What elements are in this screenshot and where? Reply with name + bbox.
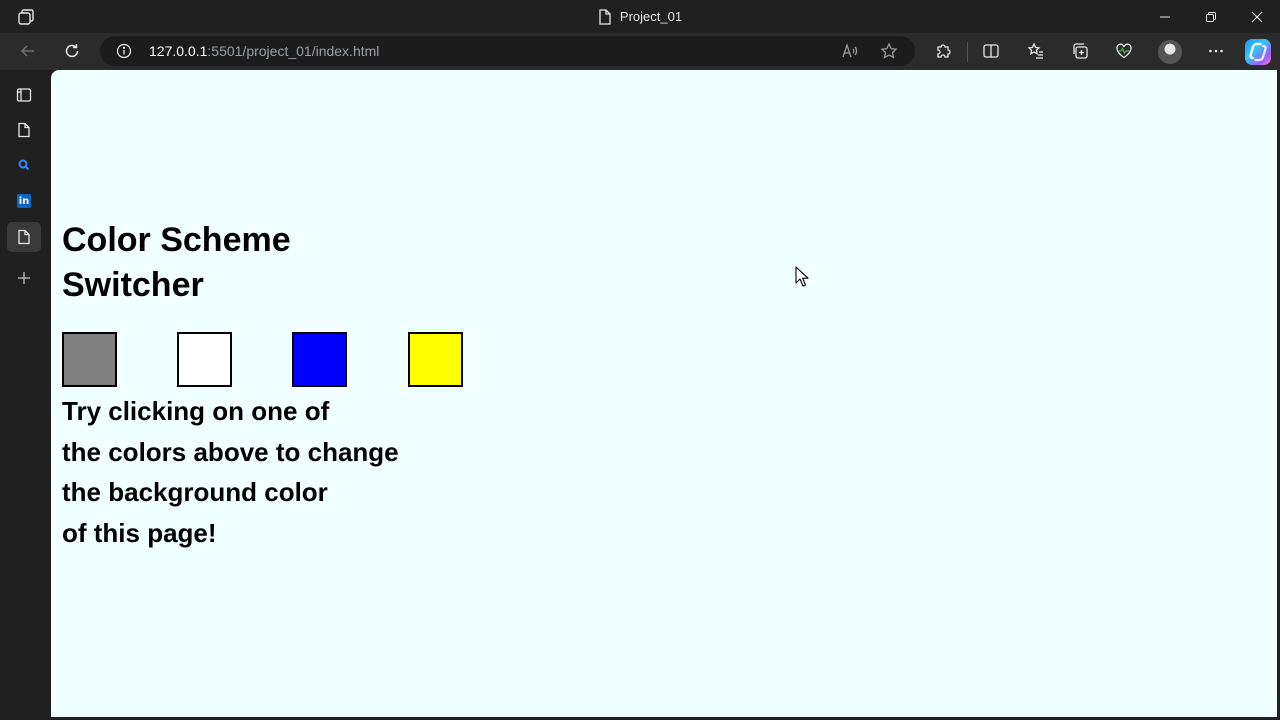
instruction-line-1: Try clicking on one of [62, 396, 330, 426]
tab-actions-button[interactable] [7, 80, 41, 110]
favorites-button[interactable] [1026, 41, 1046, 61]
url-host: 127.0.0.1 [149, 43, 208, 59]
back-arrow-icon [20, 45, 34, 57]
copilot-button[interactable] [1245, 39, 1271, 65]
new-tab-button[interactable] [7, 263, 41, 293]
settings-menu-button[interactable] [1206, 41, 1226, 61]
restore-button[interactable] [1188, 0, 1234, 33]
instructions-text: Try clicking on one of the colors above … [62, 391, 442, 553]
url-path: :5501/project_01/index.html [207, 43, 380, 59]
close-icon [1251, 11, 1263, 22]
page-title: Color Scheme Switcher [62, 218, 362, 308]
refresh-button[interactable] [62, 41, 82, 61]
extensions-button[interactable] [933, 41, 953, 61]
favorite-star-icon[interactable] [880, 42, 898, 60]
site-info-icon[interactable] [116, 43, 132, 59]
document-icon [599, 8, 611, 25]
collections-icon [1073, 43, 1088, 59]
browser-essentials-button[interactable] [1114, 41, 1134, 61]
sidebar-tab-linkedin[interactable]: in [7, 186, 41, 216]
more-dots-icon [1209, 49, 1223, 53]
sidebar-tab-project[interactable] [7, 222, 41, 252]
page-viewport: Color Scheme Switcher Try clicking on on… [51, 70, 1277, 717]
color-swatches [62, 332, 482, 388]
swatch-yellow[interactable] [408, 332, 463, 387]
collections-button[interactable] [1070, 41, 1090, 61]
tab-actions-icon [16, 88, 32, 102]
read-aloud-icon[interactable] [841, 42, 859, 60]
window-controls [1142, 0, 1280, 33]
title-bar: Project_01 [0, 0, 1280, 33]
tab-title: Project_01 [0, 0, 1280, 33]
search-icon [18, 159, 30, 171]
sidebar-tab-document[interactable] [7, 115, 41, 145]
sidebar-tab-search[interactable] [7, 150, 41, 180]
heart-pulse-icon [1116, 43, 1132, 59]
profile-avatar[interactable] [1158, 40, 1182, 64]
minimize-button[interactable] [1142, 0, 1188, 33]
minimize-icon [1160, 16, 1170, 17]
instruction-line-2: the colors above to change [62, 436, 399, 467]
copilot-icon [1249, 42, 1267, 62]
plus-icon [18, 272, 30, 284]
tab-title-text: Project_01 [619, 9, 683, 24]
document-icon [18, 122, 30, 138]
back-button[interactable] [18, 41, 38, 61]
instruction-line-4: of this page! [62, 517, 217, 548]
page-title-line-1: Color Scheme [62, 221, 291, 259]
split-screen-icon [983, 44, 999, 58]
swatch-blue[interactable] [292, 332, 347, 387]
favorites-list-icon [1027, 42, 1043, 59]
browser-toolbar: 127.0.0.1:5501/project_01/index.html [0, 33, 1280, 70]
mouse-cursor-icon [795, 266, 809, 287]
toolbar-separator [967, 42, 968, 62]
close-button[interactable] [1234, 0, 1280, 33]
vertical-sidebar: in [0, 70, 51, 720]
swatch-grey[interactable] [62, 332, 117, 387]
address-bar[interactable]: 127.0.0.1:5501/project_01/index.html [100, 36, 915, 66]
url-text[interactable]: 127.0.0.1:5501/project_01/index.html [149, 43, 379, 59]
refresh-icon [65, 44, 79, 58]
split-screen-button[interactable] [981, 41, 1001, 61]
puzzle-icon [937, 44, 951, 58]
instruction-line-3: the background color [62, 477, 328, 507]
restore-icon [1206, 11, 1216, 22]
linkedin-icon: in [17, 194, 31, 208]
swatch-white[interactable] [177, 332, 232, 387]
document-icon [18, 229, 30, 245]
page-title-line-2: Switcher [62, 266, 204, 304]
